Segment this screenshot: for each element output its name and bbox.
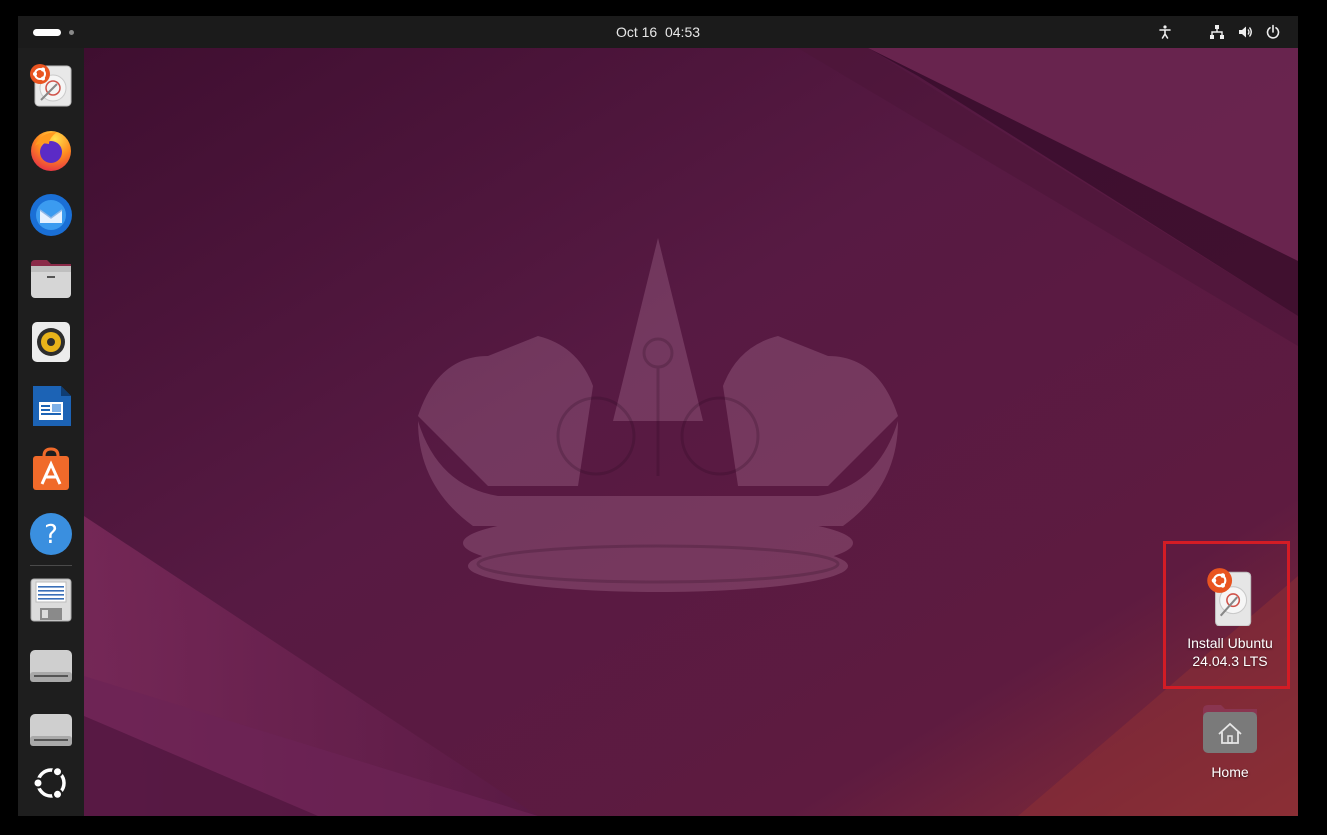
save-document-icon[interactable] bbox=[27, 576, 75, 624]
clock[interactable]: Oct 16 04:53 bbox=[18, 24, 1298, 40]
files-icon[interactable] bbox=[27, 254, 75, 302]
ubuntu-logo-icon[interactable] bbox=[27, 759, 75, 807]
install-ubuntu-icon[interactable] bbox=[27, 62, 75, 110]
top-bar: Oct 16 04:53 bbox=[18, 16, 1298, 48]
thunderbird-icon[interactable] bbox=[27, 190, 75, 238]
power-icon[interactable] bbox=[1265, 24, 1281, 40]
drive-icon[interactable] bbox=[27, 642, 75, 690]
help-icon[interactable]: ? bbox=[27, 510, 75, 558]
home-folder-desktop-icon[interactable]: Home bbox=[1188, 704, 1272, 781]
firefox-icon[interactable] bbox=[27, 126, 75, 174]
home-folder-icon bbox=[1203, 705, 1257, 753]
accessibility-icon[interactable] bbox=[1157, 24, 1173, 40]
libreoffice-writer-icon[interactable] bbox=[27, 382, 75, 430]
app-center-icon[interactable] bbox=[27, 446, 75, 494]
volume-icon[interactable] bbox=[1237, 24, 1253, 40]
svg-text:?: ? bbox=[44, 520, 58, 550]
selection-highlight bbox=[1163, 541, 1290, 689]
network-icon[interactable] bbox=[1209, 24, 1225, 40]
screen: Oct 16 04:53 ? Install Ubuntu 24.04.3 LT… bbox=[18, 16, 1298, 816]
rhythmbox-icon[interactable] bbox=[27, 318, 75, 366]
dock-separator bbox=[30, 565, 72, 566]
dock: ? bbox=[18, 48, 84, 816]
home-label: Home bbox=[1211, 764, 1249, 780]
drive-icon[interactable] bbox=[27, 706, 75, 754]
wallpaper bbox=[18, 16, 1298, 816]
